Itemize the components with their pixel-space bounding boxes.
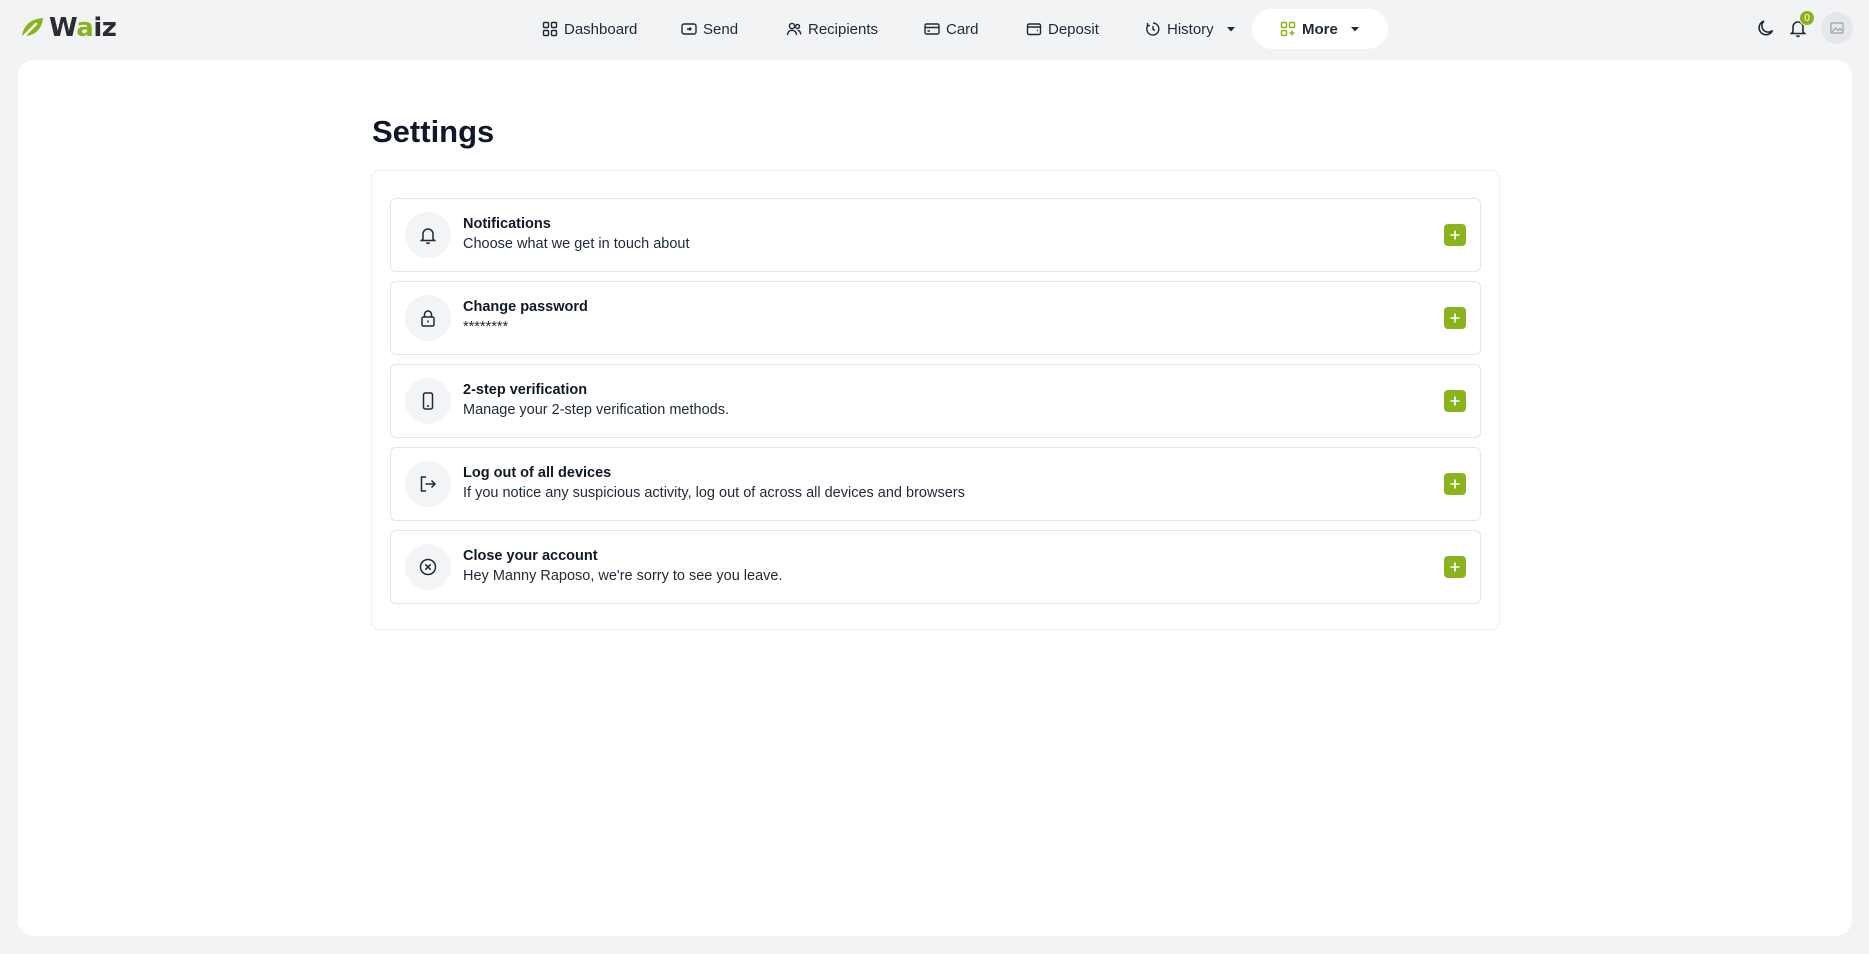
nav-more[interactable]: More [1252,9,1388,49]
apps-icon [1280,21,1296,37]
settings-row-title: Close your account [463,548,598,564]
brand-logo[interactable]: Waiz [19,13,117,43]
expand-2-step-verification-button[interactable] [1444,390,1466,412]
plus-icon [1450,396,1460,406]
nav-send-label: Send [703,20,739,38]
grid-icon [542,21,558,37]
page-title: Settings [372,114,495,149]
theme-toggle-button[interactable] [1750,12,1782,44]
image-placeholder-icon [1830,22,1844,34]
nav-dashboard[interactable]: Dashboard [542,10,637,48]
settings-row-close-account[interactable]: Close your account Hey Manny Raposo, we'… [390,530,1481,604]
settings-panel: Notifications Choose what we get in touc… [371,170,1500,630]
plus-icon [1450,562,1460,572]
settings-row-notifications[interactable]: Notifications Choose what we get in touc… [390,198,1481,272]
settings-row-subtitle: ******** [463,319,509,335]
nav-card-label: Card [946,20,979,38]
plus-icon [1450,230,1460,240]
main-content: Settings Notifications Choose what we ge… [18,60,1852,936]
close-circle-icon [419,558,437,576]
wallet-icon [1026,23,1042,36]
nav-recipients-label: Recipients [808,20,879,38]
nav-more-label: More [1302,20,1338,38]
history-icon [1146,22,1160,36]
smartphone-icon [422,392,434,410]
expand-log-out-all-devices-button[interactable] [1444,473,1466,495]
row-text: Close your account Hey Manny Raposo, we'… [463,546,783,586]
lock-icon [421,310,435,327]
settings-row-subtitle: Manage your 2-step verification methods. [463,402,729,418]
notifications-button[interactable]: 0 [1782,10,1815,44]
nav-deposit[interactable]: Deposit [1026,10,1099,48]
send-icon [681,23,697,35]
settings-row-subtitle: Hey Manny Raposo, we're sorry to see you… [463,568,783,584]
expand-notifications-button[interactable] [1444,224,1466,246]
bell-icon [419,228,437,245]
nav-recipients[interactable]: Recipients [786,10,878,48]
avatar [1821,12,1853,44]
card-icon [924,23,940,35]
settings-row-title: Notifications [463,216,551,232]
nav-history[interactable]: History [1145,10,1236,48]
nav-dashboard-label: Dashboard [564,20,638,38]
row-text: Log out of all devices If you notice any… [463,463,965,503]
row-icon-wrapper [405,461,451,507]
leaf-logo-icon [21,18,43,39]
settings-row-title: 2-step verification [463,382,588,398]
row-icon-wrapper [405,378,451,424]
notifications-count-badge: 0 [1799,10,1815,26]
nav-history-label: History [1167,20,1214,38]
logout-icon [420,476,437,492]
row-icon-wrapper [405,295,451,341]
plus-icon [1450,313,1460,323]
row-text: Notifications Choose what we get in touc… [463,214,690,254]
settings-row-title: Change password [463,299,588,315]
top-navigation-bar: Waiz Dashboard Send Recipients Card Depo… [0,0,1869,56]
settings-row-log-out-all-devices[interactable]: Log out of all devices If you notice any… [390,447,1481,521]
plus-icon [1450,479,1460,489]
expand-change-password-button[interactable] [1444,307,1466,329]
moon-icon [1758,20,1774,36]
expand-close-account-button[interactable] [1444,556,1466,578]
settings-row-2-step-verification[interactable]: 2-step verification Manage your 2-step v… [390,364,1481,438]
chevron-down-icon [1350,27,1359,32]
chevron-down-icon [1226,27,1235,32]
nav-deposit-label: Deposit [1048,20,1099,38]
brand-name: Waiz [49,13,117,43]
settings-row-subtitle: If you notice any suspicious activity, l… [463,485,965,501]
row-text: Change password ******** [463,297,588,337]
nav-card[interactable]: Card [924,10,979,48]
row-text: 2-step verification Manage your 2-step v… [463,380,729,420]
settings-row-change-password[interactable]: Change password ******** [390,281,1481,355]
user-menu-button[interactable] [1821,12,1853,44]
row-icon-wrapper [405,212,451,258]
row-icon-wrapper [405,544,451,590]
settings-row-title: Log out of all devices [463,465,612,481]
settings-row-subtitle: Choose what we get in touch about [463,236,690,252]
users-icon [786,22,802,36]
nav-send[interactable]: Send [681,10,738,48]
